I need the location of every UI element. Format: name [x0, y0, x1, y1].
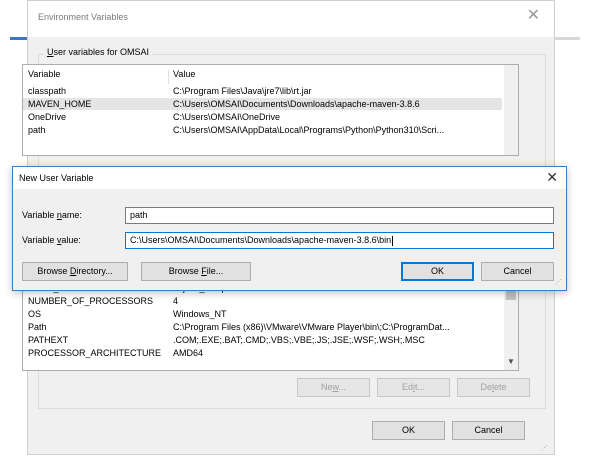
table-row[interactable]: path C:\Users\OMSAI\AppData\Local\Progra… — [23, 124, 502, 136]
variable-cell: classpath — [28, 86, 67, 96]
value-column-header[interactable]: Value — [173, 69, 195, 79]
table-row[interactable]: classpath C:\Program Files\Java\jre7\lib… — [23, 85, 502, 97]
new-system-variable-button[interactable]: New... — [297, 378, 370, 397]
browse-directory-button[interactable]: Browse Directory... — [22, 262, 128, 281]
variable-cell: PATHEXT — [28, 335, 69, 345]
scroll-down-icon[interactable]: ▼ — [504, 356, 518, 368]
system-list-scrollbar[interactable]: ▼ — [504, 280, 518, 370]
variable-value-label: Variable value: — [22, 235, 81, 245]
env-ok-button[interactable]: OK — [372, 421, 445, 440]
dialog-close-icon[interactable]: ✕ — [546, 169, 558, 185]
user-list-scrollbar[interactable] — [504, 65, 518, 155]
value-cell: C:\Users\OMSAI\AppData\Local\Programs\Py… — [173, 125, 445, 135]
dialog-titlebar: New User Variable ✕ — [13, 167, 566, 189]
user-list-header: Variable Value — [23, 68, 502, 84]
table-row[interactable]: OneDrive C:\Users\OMSAI\OneDrive — [23, 111, 502, 123]
variable-cell: NUMBER_OF_PROCESSORS — [28, 296, 154, 306]
table-row[interactable]: NUMBER_OF_PROCESSORS 4 — [23, 295, 502, 307]
value-cell: AMD64 — [173, 348, 204, 358]
env-window-title: Environment Variables — [38, 12, 128, 22]
variable-cell: Path — [28, 322, 47, 332]
table-row[interactable]: PATHEXT .COM;.EXE;.BAT;.CMD;.VBS;.VBE;.J… — [23, 334, 502, 346]
dialog-ok-button[interactable]: OK — [401, 262, 474, 281]
value-cell: C:\Users\OMSAI\OneDrive — [173, 112, 281, 122]
env-resize-grip-icon[interactable]: ⋰ — [541, 444, 588, 456]
system-variables-list[interactable]: JUNIT_HOME d:\junit_setup NUMBER_OF_PROC… — [22, 279, 519, 371]
env-titlebar: Environment Variables ✕ — [28, 1, 554, 37]
variable-name-input[interactable]: path — [125, 207, 554, 224]
env-close-icon[interactable]: ✕ — [527, 8, 540, 24]
value-cell: C:\Program Files\Java\jre7\lib\rt.jar — [173, 86, 312, 96]
browse-file-button[interactable]: Browse File... — [141, 262, 251, 281]
env-cancel-button[interactable]: Cancel — [452, 421, 525, 440]
dialog-title: New User Variable — [19, 173, 94, 183]
value-cell: C:\Users\OMSAI\Documents\Downloads\apach… — [173, 99, 420, 109]
variable-value-input[interactable]: C:\Users\OMSAI\Documents\Downloads\apach… — [125, 232, 554, 249]
value-cell: Windows_NT — [173, 309, 227, 319]
table-row-selected[interactable]: MAVEN_HOME C:\Users\OMSAI\Documents\Down… — [23, 98, 502, 110]
new-user-variable-dialog: New User Variable ✕ Variable name: path … — [12, 166, 567, 291]
variable-cell: OneDrive — [28, 112, 67, 122]
table-row[interactable]: OS Windows_NT — [23, 308, 502, 320]
value-cell: C:\Program Files (x86)\VMware\VMware Pla… — [173, 322, 450, 332]
table-row[interactable]: PROCESSOR_ARCHITECTURE AMD64 — [23, 347, 502, 359]
user-variables-list[interactable]: Variable Value classpath C:\Program File… — [22, 64, 519, 156]
delete-system-variable-button[interactable]: Delete — [457, 378, 530, 397]
user-variables-group-label: User variables for OMSAI — [44, 47, 153, 57]
text-caret — [392, 235, 394, 246]
column-divider[interactable] — [168, 70, 169, 84]
value-cell: .COM;.EXE;.BAT;.CMD;.VBS;.VBE;.JS;.JSE;.… — [173, 335, 425, 345]
variable-cell: PROCESSOR_ARCHITECTURE — [28, 348, 162, 358]
variable-name-label: Variable name: — [22, 210, 82, 220]
variable-cell: MAVEN_HOME — [28, 99, 92, 109]
dialog-resize-grip-icon[interactable]: ⋰ — [555, 278, 562, 286]
variable-cell: path — [28, 125, 46, 135]
variable-column-header[interactable]: Variable — [28, 69, 60, 79]
dialog-cancel-button[interactable]: Cancel — [481, 262, 554, 281]
table-row[interactable]: Path C:\Program Files (x86)\VMware\VMwar… — [23, 321, 502, 333]
value-cell: 4 — [173, 296, 179, 306]
variable-cell: OS — [28, 309, 42, 319]
edit-system-variable-button[interactable]: Edit... — [377, 378, 450, 397]
